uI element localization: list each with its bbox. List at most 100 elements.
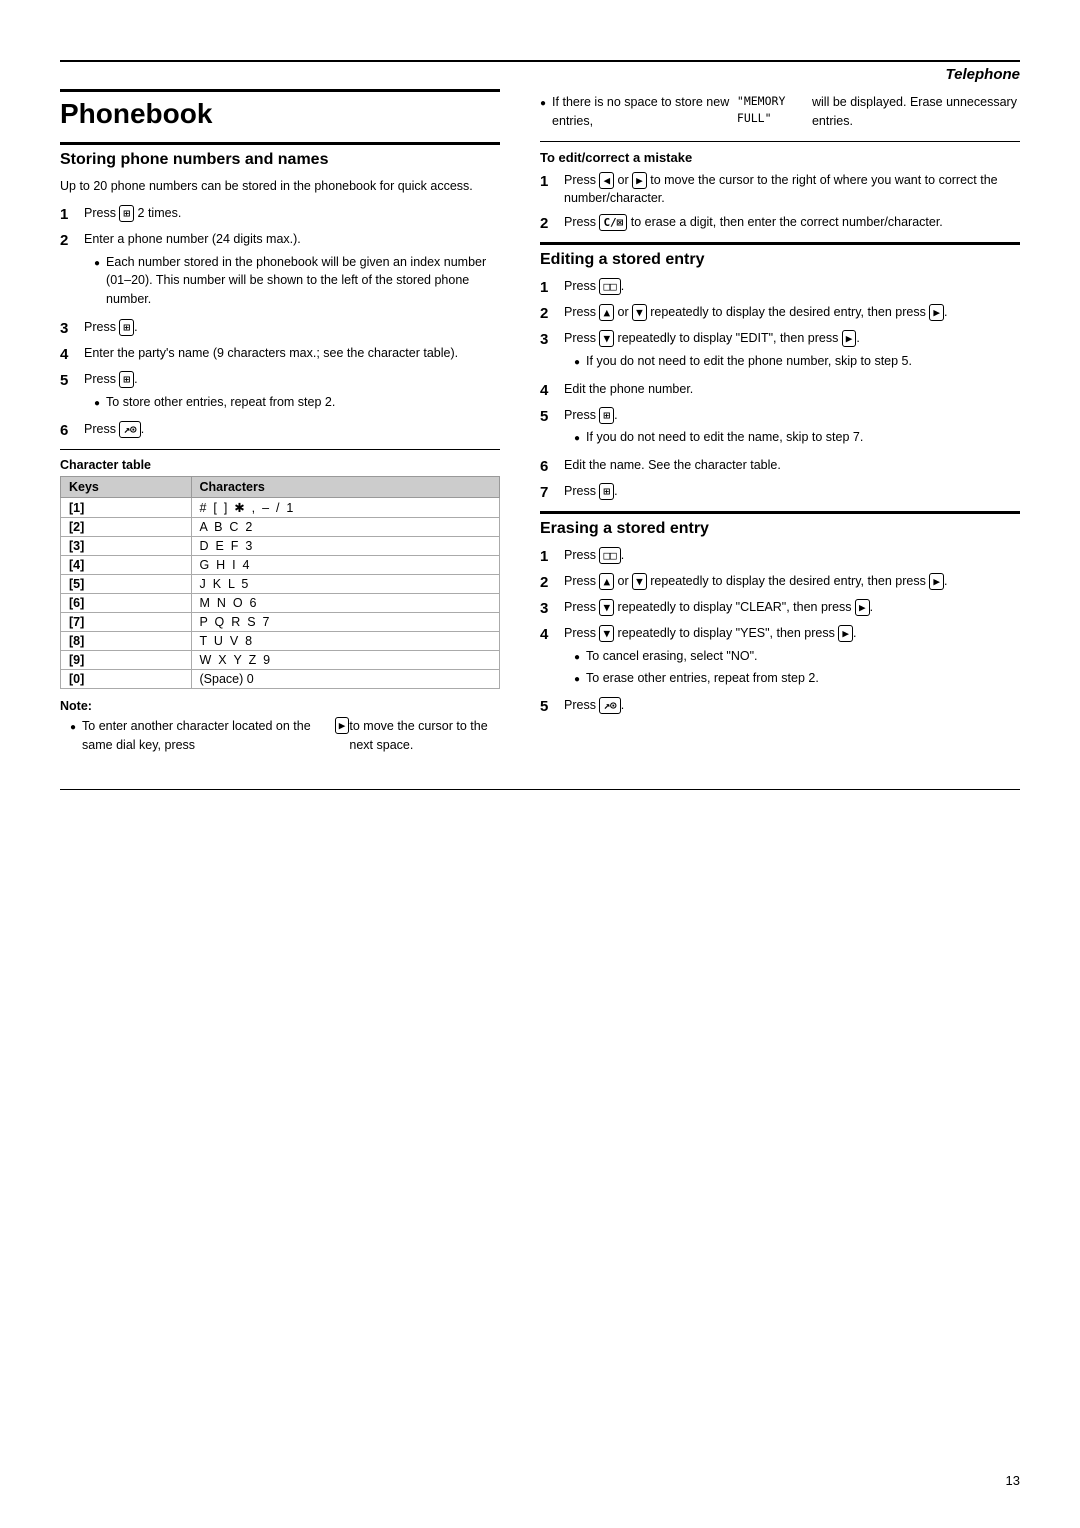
step-5-key: ⊞ [119,371,134,388]
table-cell-key: [5] [61,575,192,594]
right-key-2: ▶ [929,304,944,321]
step-6-content: Press ↗⊙. [84,420,500,439]
editing-step-5: 5 Press ⊞. If you do not need to edit th… [540,406,1020,452]
table-row: [4]G H I 4 [61,556,500,575]
editing-step-1-content: Press □□. [564,277,1020,296]
page-number: 13 [1006,1473,1020,1488]
erasing-rule [540,511,1020,514]
right-column: If there is no space to store new entrie… [540,89,1020,759]
memory-full-bullets: If there is no space to store new entrie… [540,93,1020,131]
editing-step-5-content: Press ⊞. If you do not need to edit the … [564,406,1020,452]
erasing-step-5: 5 Press ↗⊙. [540,696,1020,717]
erase-right-key-4: ▶ [838,625,853,642]
memory-full-bullet: If there is no space to store new entrie… [540,93,1020,131]
edit-step-2-num: 2 [540,213,560,234]
down-key-3: ▼ [599,330,614,347]
table-cell-chars: G H I 4 [191,556,500,575]
editing-step-3: 3 Press ▼ repeatedly to display "EDIT", … [540,329,1020,375]
erase-down-key-4: ▼ [599,625,614,642]
editing-step-5-num: 5 [540,406,560,427]
table-cell-chars: J K L 5 [191,575,500,594]
step-3-key: ⊞ [119,319,134,336]
right-key-3: ▶ [842,330,857,347]
editing-step-5-bullets: If you do not need to edit the name, ski… [564,428,1020,447]
table-cell-chars: # [ ] ✱ , – / 1 [191,498,500,518]
table-row: [8]T U V 8 [61,632,500,651]
telephone-header: Telephone [60,66,1020,83]
note-key-btn: ▶ [335,717,350,734]
table-row: [6]M N O 6 [61,594,500,613]
table-cell-key: [0] [61,670,192,689]
note-label: Note: [60,699,500,713]
step-1: 1 Press ⊞ 2 times. [60,204,500,225]
step-3-num: 3 [60,318,80,339]
table-row: [0](Space) 0 [61,670,500,689]
erasing-step-4-num: 4 [540,624,560,645]
erasing-step-2-num: 2 [540,572,560,593]
editing-step-1: 1 Press □□. [540,277,1020,298]
edit-step-1-num: 1 [540,171,560,192]
step-3: 3 Press ⊞. [60,318,500,339]
erasing-step-2: 2 Press ▲ or ▼ repeatedly to display the… [540,572,1020,593]
table-row: [2]A B C 2 [61,518,500,537]
table-row: [5]J K L 5 [61,575,500,594]
step-5-num: 5 [60,370,80,391]
erase-right-key-3: ▶ [855,599,870,616]
step-5-bullet-1: To store other entries, repeat from step… [94,393,500,412]
cursor-left-key: ◀ [599,172,614,189]
up-key: ▲ [599,304,614,321]
editing-step-7-num: 7 [540,482,560,503]
edit-step-2: 2 Press C/⊠ to erase a digit, then enter… [540,213,1020,234]
storing-intro: Up to 20 phone numbers can be stored in … [60,177,500,196]
step-2-num: 2 [60,230,80,251]
edit-step-1-content: Press ◀ or ▶ to move the cursor to the r… [564,171,1020,209]
step-4-content: Enter the party's name (9 characters max… [84,344,500,363]
erasing-step-3-num: 3 [540,598,560,619]
edit-step-2-content: Press C/⊠ to erase a digit, then enter t… [564,213,1020,232]
page-title: Phonebook [60,98,500,130]
edit-rule [540,141,1020,142]
storing-steps-list: 1 Press ⊞ 2 times. 2 Enter a phone numbe… [60,204,500,442]
clear-key: C/⊠ [599,214,627,231]
table-cell-chars: D E F 3 [191,537,500,556]
editing-step-5-bullet-1: If you do not need to edit the name, ski… [574,428,1020,447]
editing-step-4-content: Edit the phone number. [564,380,1020,399]
char-table-col-chars: Characters [191,477,500,498]
table-cell-chars: P Q R S 7 [191,613,500,632]
table-cell-chars: A B C 2 [191,518,500,537]
erasing-step-5-content: Press ↗⊙. [564,696,1020,715]
erasing-title: Erasing a stored entry [540,520,1020,538]
step-2: 2 Enter a phone number (24 digits max.).… [60,230,500,313]
editing-step-2: 2 Press ▲ or ▼ repeatedly to display the… [540,303,1020,324]
editing-step-7: 7 Press ⊞. [540,482,1020,503]
character-table: Keys Characters [1]# [ ] ✱ , – / 1 [2]A … [60,476,500,689]
cursor-right-key: ▶ [632,172,647,189]
editing-step-2-num: 2 [540,303,560,324]
table-cell-key: [4] [61,556,192,575]
step-2-bullet-1: Each number stored in the phonebook will… [94,253,500,309]
table-row: [7]P Q R S 7 [61,613,500,632]
step-6-num: 6 [60,420,80,441]
step-6-key: ↗⊙ [119,421,140,438]
step-1-content: Press ⊞ 2 times. [84,204,500,223]
editing-step-7-content: Press ⊞. [564,482,1020,501]
edit-step-1: 1 Press ◀ or ▶ to move the cursor to the… [540,171,1020,209]
edit-correct-label: To edit/correct a mistake [540,150,1020,165]
table-row: [1]# [ ] ✱ , – / 1 [61,498,500,518]
note-bullets: To enter another character located on th… [60,717,500,755]
step-1-num: 1 [60,204,80,225]
char-table-col-keys: Keys [61,477,192,498]
step-1-key: ⊞ [119,205,134,222]
table-cell-chars: M N O 6 [191,594,500,613]
section-rule-phonebook [60,89,500,92]
step-5-bullets: To store other entries, repeat from step… [84,393,500,412]
erasing-step-3-content: Press ▼ repeatedly to display "CLEAR", t… [564,598,1020,617]
editing-step-7-key: ⊞ [599,483,614,500]
table-cell-key: [7] [61,613,192,632]
erase-down-key-3: ▼ [599,599,614,616]
erase-down-key: ▼ [632,573,647,590]
editing-title: Editing a stored entry [540,251,1020,269]
editing-steps-list: 1 Press □□. 2 Press ▲ or ▼ repeatedly to… [540,277,1020,503]
erasing-steps-list: 1 Press □□. 2 Press ▲ or ▼ repeatedly to… [540,546,1020,717]
editing-step-1-num: 1 [540,277,560,298]
